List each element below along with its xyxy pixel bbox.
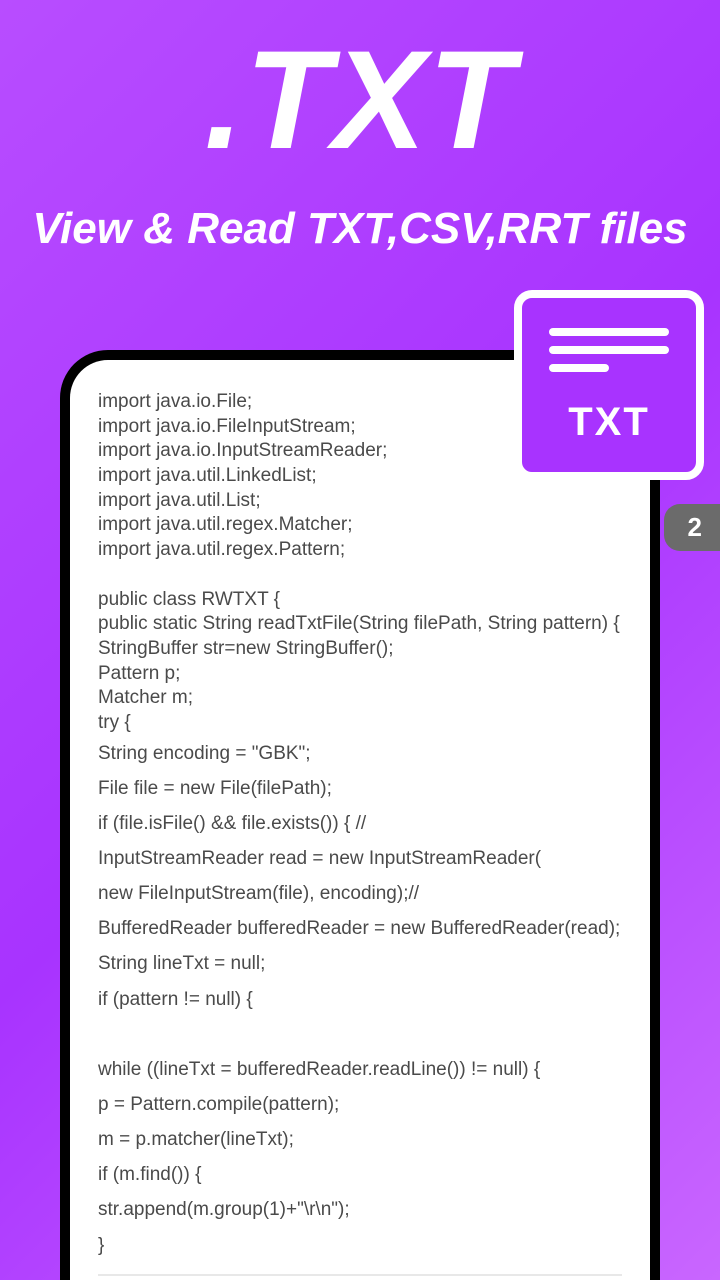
device-frame: import java.io.File; import java.io.File… xyxy=(60,350,660,1280)
code-block-2: String encoding = "GBK"; File file = new… xyxy=(98,743,620,1256)
badge-label: TXT xyxy=(568,400,650,445)
code-viewer[interactable]: import java.io.File; import java.io.File… xyxy=(98,390,622,1263)
subtitle: View & Read TXT,CSV,RRT files xyxy=(0,200,720,257)
file-lines-icon xyxy=(549,328,669,382)
txt-file-icon: TXT xyxy=(514,290,704,480)
hero-title: .TXT xyxy=(0,0,720,170)
divider xyxy=(98,1274,622,1276)
page-indicator: 2 xyxy=(664,504,720,551)
